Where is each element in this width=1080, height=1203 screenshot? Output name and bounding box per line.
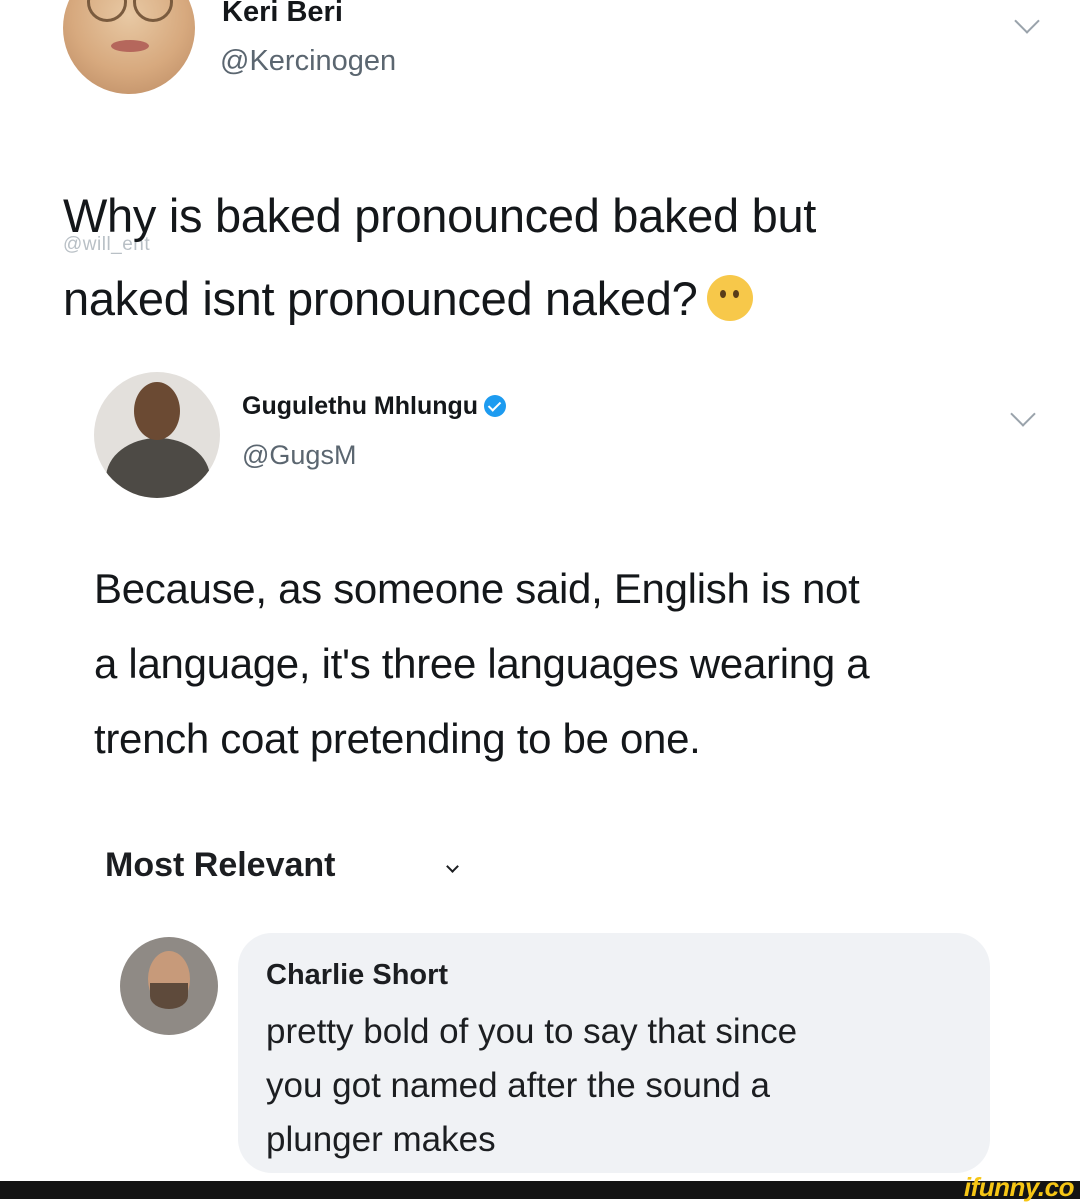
- avatar[interactable]: [63, 0, 195, 94]
- chevron-down-icon[interactable]: [1010, 401, 1036, 427]
- brand-logo: ifunny.co: [963, 1172, 1075, 1202]
- footer-bar: [0, 1181, 1080, 1199]
- comment-text-line: you got named after the sound a: [266, 1066, 770, 1105]
- author-name-text: Gugulethu Mhlungu: [242, 392, 479, 420]
- tweet-text-line: naked isnt pronounced naked?: [63, 257, 963, 340]
- avatar-face: [134, 382, 180, 440]
- tweet-text: Because, as someone said, English is not…: [94, 551, 1034, 776]
- author-name[interactable]: Gugulethu Mhlungu: [242, 392, 507, 421]
- avatar[interactable]: [120, 937, 218, 1035]
- avatar-beard: [150, 983, 188, 1009]
- author-name[interactable]: Keri Beri: [222, 0, 343, 29]
- author-handle[interactable]: @GugsM: [242, 440, 356, 471]
- glasses-lens: [87, 0, 127, 22]
- tweet-text-line: Why is baked pronounced baked but: [63, 189, 817, 242]
- mouth: [111, 40, 149, 52]
- comment-author-name[interactable]: Charlie Short: [266, 959, 448, 992]
- sort-dropdown[interactable]: Most Relevant: [105, 846, 336, 885]
- glasses-lens: [133, 0, 173, 22]
- tweet-text-line-content: naked isnt pronounced naked?: [63, 272, 698, 325]
- chevron-down-icon[interactable]: [1014, 8, 1040, 34]
- avatar-body: [106, 438, 210, 498]
- verified-badge-icon: [484, 395, 507, 417]
- chevron-down-icon[interactable]: [446, 860, 459, 873]
- comment-text-line: plunger makes: [266, 1120, 496, 1159]
- author-handle[interactable]: @Kercinogen: [220, 45, 396, 78]
- comment-text: pretty bold of you to say that since you…: [266, 1005, 986, 1167]
- tweet-text: Why is baked pronounced baked but naked …: [63, 174, 963, 340]
- avatar[interactable]: [94, 372, 220, 498]
- tweet-text-line: a language, it's three languages wearing…: [94, 640, 870, 687]
- tweet-text-line: trench coat pretending to be one.: [94, 715, 701, 762]
- comment-text-line: pretty bold of you to say that since: [266, 1012, 798, 1051]
- tweet-text-line: Because, as someone said, English is not: [94, 565, 860, 612]
- thinking-face-icon: [707, 275, 754, 321]
